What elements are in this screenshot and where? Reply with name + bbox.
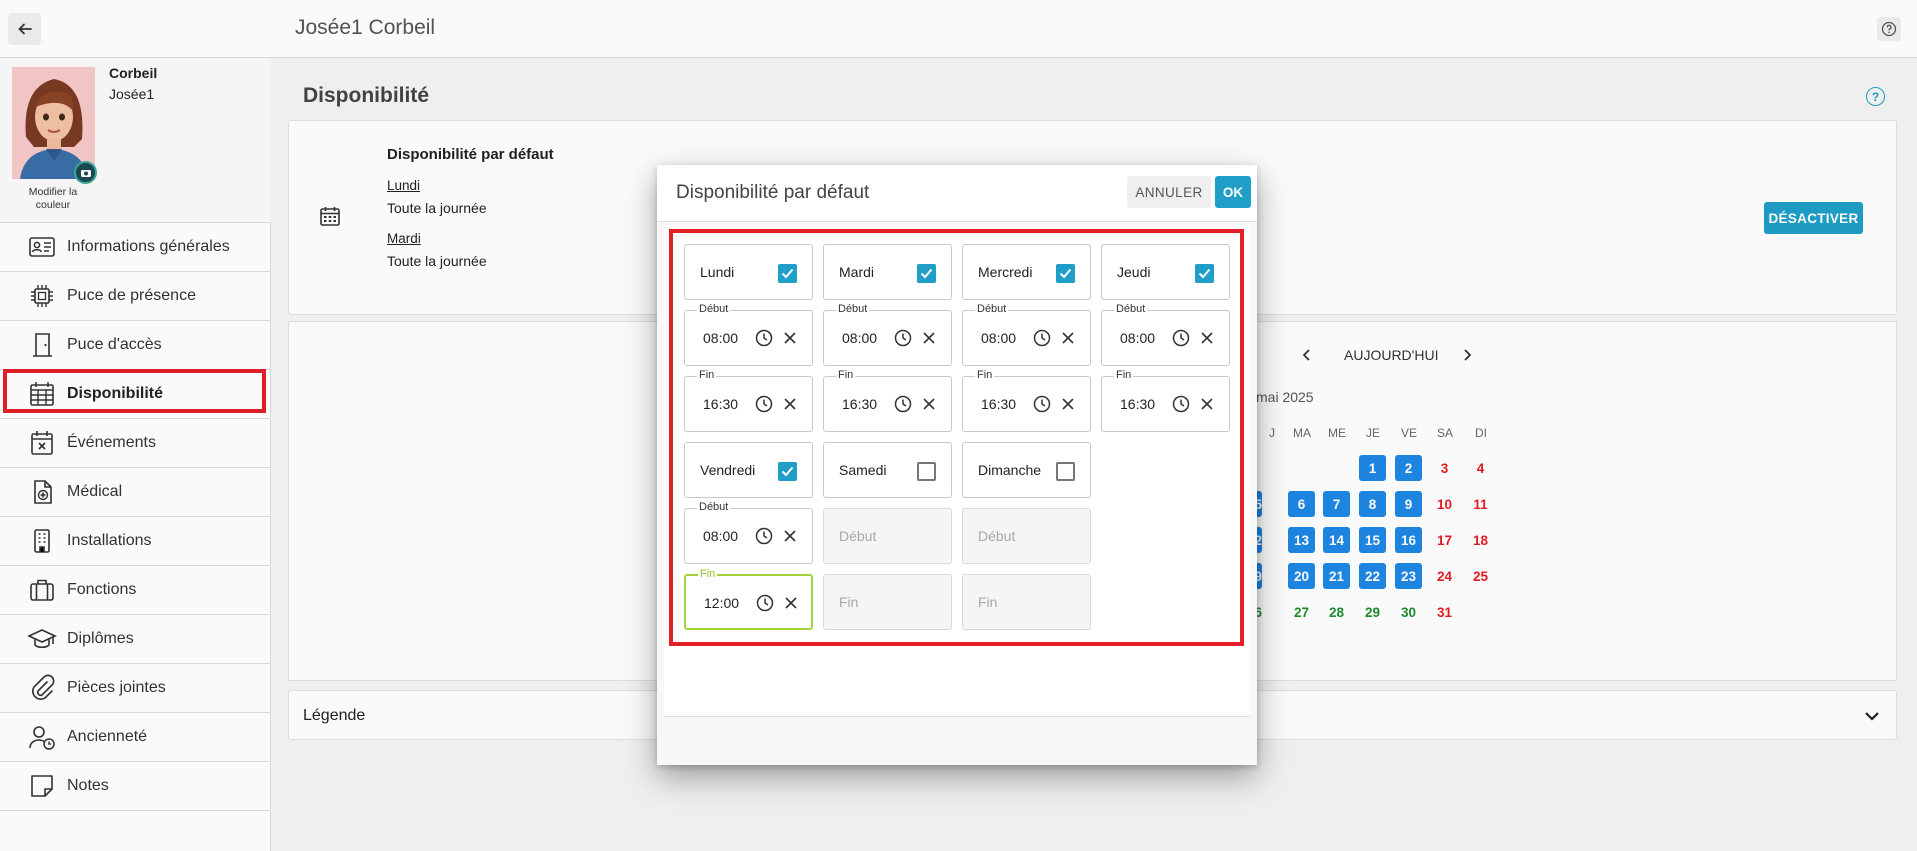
availability-dialog: Disponibilité par défaut ANNULER OK Lund… bbox=[657, 165, 1257, 765]
dialog-title: Disponibilité par défaut bbox=[676, 182, 870, 203]
ok-button[interactable]: OK bbox=[1215, 176, 1251, 208]
dialog-header: Disponibilité par défaut ANNULER OK bbox=[657, 165, 1257, 222]
cancel-button[interactable]: ANNULER bbox=[1127, 176, 1211, 208]
form-highlight-frame bbox=[669, 229, 1244, 646]
